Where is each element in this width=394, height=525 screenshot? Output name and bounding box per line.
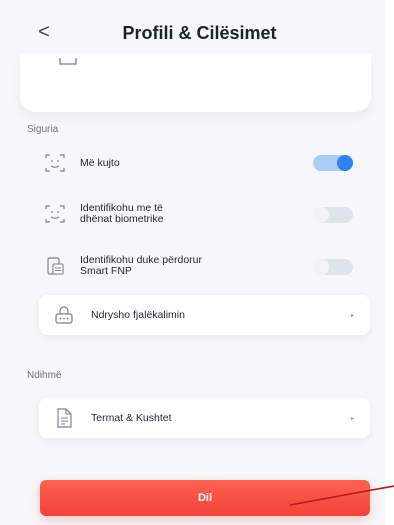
chevron-right-icon: ▸ (350, 312, 354, 319)
toggle-knob (313, 259, 329, 275)
page-title: Profili & Cilësimet (122, 22, 277, 43)
change-password-button[interactable]: Ndrysho fjalëkalimin ▸ (39, 295, 370, 335)
toggle-knob (313, 207, 329, 223)
change-password-label: Ndrysho fjalëkalimin (91, 309, 185, 321)
face-scan-icon (45, 205, 65, 223)
screen-edge (385, 0, 394, 525)
chevron-left-icon[interactable]: < (34, 20, 54, 44)
card-item-icon (59, 58, 77, 65)
section-label-security: Siguria (27, 124, 59, 135)
terms-label: Termat & Kushtet (91, 412, 172, 424)
smart-fnp-login-toggle[interactable] (313, 259, 353, 275)
device-id-icon (47, 257, 64, 275)
terms-button[interactable]: Termat & Kushtet ▸ (39, 398, 370, 438)
previous-card-bottom (20, 54, 371, 112)
logout-label: Dil (197, 492, 213, 504)
settings-screen: < Profili & Cilësimet Siguria Më kujto I… (0, 0, 385, 525)
face-scan-icon (45, 154, 65, 172)
remember-me-toggle[interactable] (313, 155, 353, 171)
logout-button[interactable]: Dil (40, 480, 370, 516)
chevron-right-icon: ▸ (350, 415, 354, 422)
password-icon (55, 306, 73, 324)
document-icon (57, 408, 72, 428)
section-label-help: Ndihmë (27, 370, 62, 381)
biometric-login-toggle[interactable] (313, 207, 353, 223)
toggle-knob (337, 155, 353, 171)
